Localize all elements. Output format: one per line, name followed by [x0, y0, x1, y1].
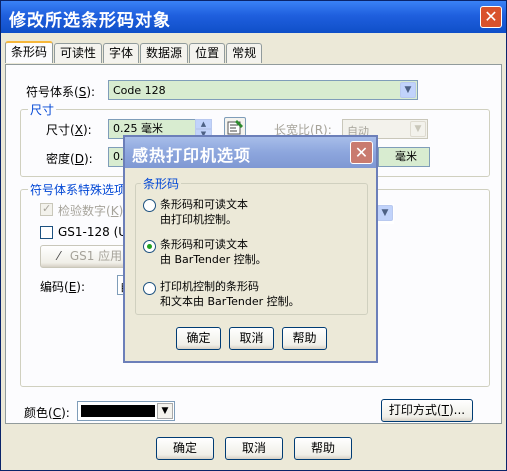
option-line2: 由打印机控制。 — [160, 213, 237, 226]
symbology-label: 符号体系(S): — [26, 85, 96, 99]
option-line2: 和文本由 BarTender 控制。 — [160, 295, 300, 308]
print-mode-button[interactable]: 打印方式(T)... — [381, 399, 473, 422]
cancel-button[interactable]: 取消 — [225, 437, 283, 460]
popup-title: 感热打印机选项 — [132, 146, 252, 165]
gs1-checkbox[interactable] — [40, 226, 53, 239]
popup-close-button[interactable]: ✕ — [350, 141, 373, 164]
option-mixed-control-label[interactable]: 打印机控制的条形码 和文本由 BarTender 控制。 — [160, 279, 300, 309]
tab-strip: 条形码 可读性 字体 数据源 位置 常规 — [5, 41, 263, 64]
chevron-down-icon[interactable]: ▼ — [400, 82, 416, 98]
close-button[interactable]: ✕ — [480, 6, 502, 28]
option-mixed-control-radio[interactable] — [143, 282, 156, 295]
option-printer-control-radio[interactable] — [143, 199, 156, 212]
option-bartender-control-label[interactable]: 条形码和可读文本 由 BarTender 控制。 — [160, 237, 267, 267]
title-bar[interactable]: 修改所选条形码对象 ✕ — [1, 1, 506, 33]
tab-font[interactable]: 字体 — [103, 43, 140, 63]
popup-ok-button[interactable]: 确定 — [176, 327, 221, 350]
chevron-down-icon[interactable]: ▼ — [410, 121, 426, 137]
option-line2: 由 BarTender 控制。 — [160, 253, 267, 266]
wand-icon: ⁄ — [57, 249, 60, 263]
check-digit-label: 检验数字(K) — [58, 204, 124, 218]
color-label: 颜色(C): — [24, 406, 70, 420]
option-printer-control-label[interactable]: 条形码和可读文本 由打印机控制。 — [160, 197, 248, 227]
tab-position[interactable]: 位置 — [189, 43, 226, 63]
hidden-select-edge[interactable]: ▼ — [376, 204, 394, 224]
special-options-title: 符号体系特殊选项 — [28, 181, 129, 198]
popup-help-button[interactable]: 帮助 — [282, 327, 327, 350]
ok-button[interactable]: 确定 — [156, 437, 214, 460]
window-title: 修改所选条形码对象 — [9, 11, 171, 31]
size-group-title: 尺寸 — [28, 101, 57, 118]
symbology-select[interactable]: Code 128 ▼ — [108, 80, 418, 100]
density-unit-field[interactable]: 毫米 — [378, 147, 430, 167]
option-line1: 条形码和可读文本 — [160, 198, 248, 211]
encoding-label: 编码(E): — [40, 280, 86, 294]
option-line1: 条形码和可读文本 — [160, 238, 248, 251]
popup-cancel-button[interactable]: 取消 — [229, 327, 274, 350]
tab-readability[interactable]: 可读性 — [54, 43, 103, 63]
density-label: 密度(D): — [46, 152, 93, 166]
color-picker[interactable]: ▼ — [77, 401, 175, 421]
color-swatch — [81, 405, 155, 417]
symbology-value: Code 128 — [113, 84, 166, 97]
tab-general[interactable]: 常规 — [226, 43, 263, 63]
chevron-down-icon[interactable]: ▼ — [157, 403, 173, 419]
barcode-options-title: 条形码 — [141, 175, 182, 192]
thermal-printer-options-dialog: 感热打印机选项 ✕ 条形码 条形码和可读文本 由打印机控制。 条形码和可读文本 … — [123, 135, 378, 363]
option-line1: 打印机控制的条形码 — [160, 280, 259, 293]
option-bartender-control-radio[interactable] — [143, 240, 156, 253]
density-unit: 毫米 — [395, 150, 417, 163]
spin-up-icon[interactable]: ▲ — [195, 119, 212, 129]
barcode-properties-window: 修改所选条形码对象 ✕ 条形码 可读性 字体 数据源 位置 常规 符号体系(S)… — [0, 0, 507, 471]
tab-data-source[interactable]: 数据源 — [140, 43, 189, 63]
popup-title-bar[interactable]: 感热打印机选项 ✕ — [125, 137, 376, 168]
size-label: 尺寸(X): — [46, 123, 92, 137]
tab-barcode[interactable]: 条形码 — [5, 41, 54, 63]
check-digit-checkbox[interactable]: ✓ — [40, 202, 53, 216]
help-button[interactable]: 帮助 — [294, 437, 352, 460]
chevron-down-icon[interactable]: ▼ — [377, 205, 393, 221]
